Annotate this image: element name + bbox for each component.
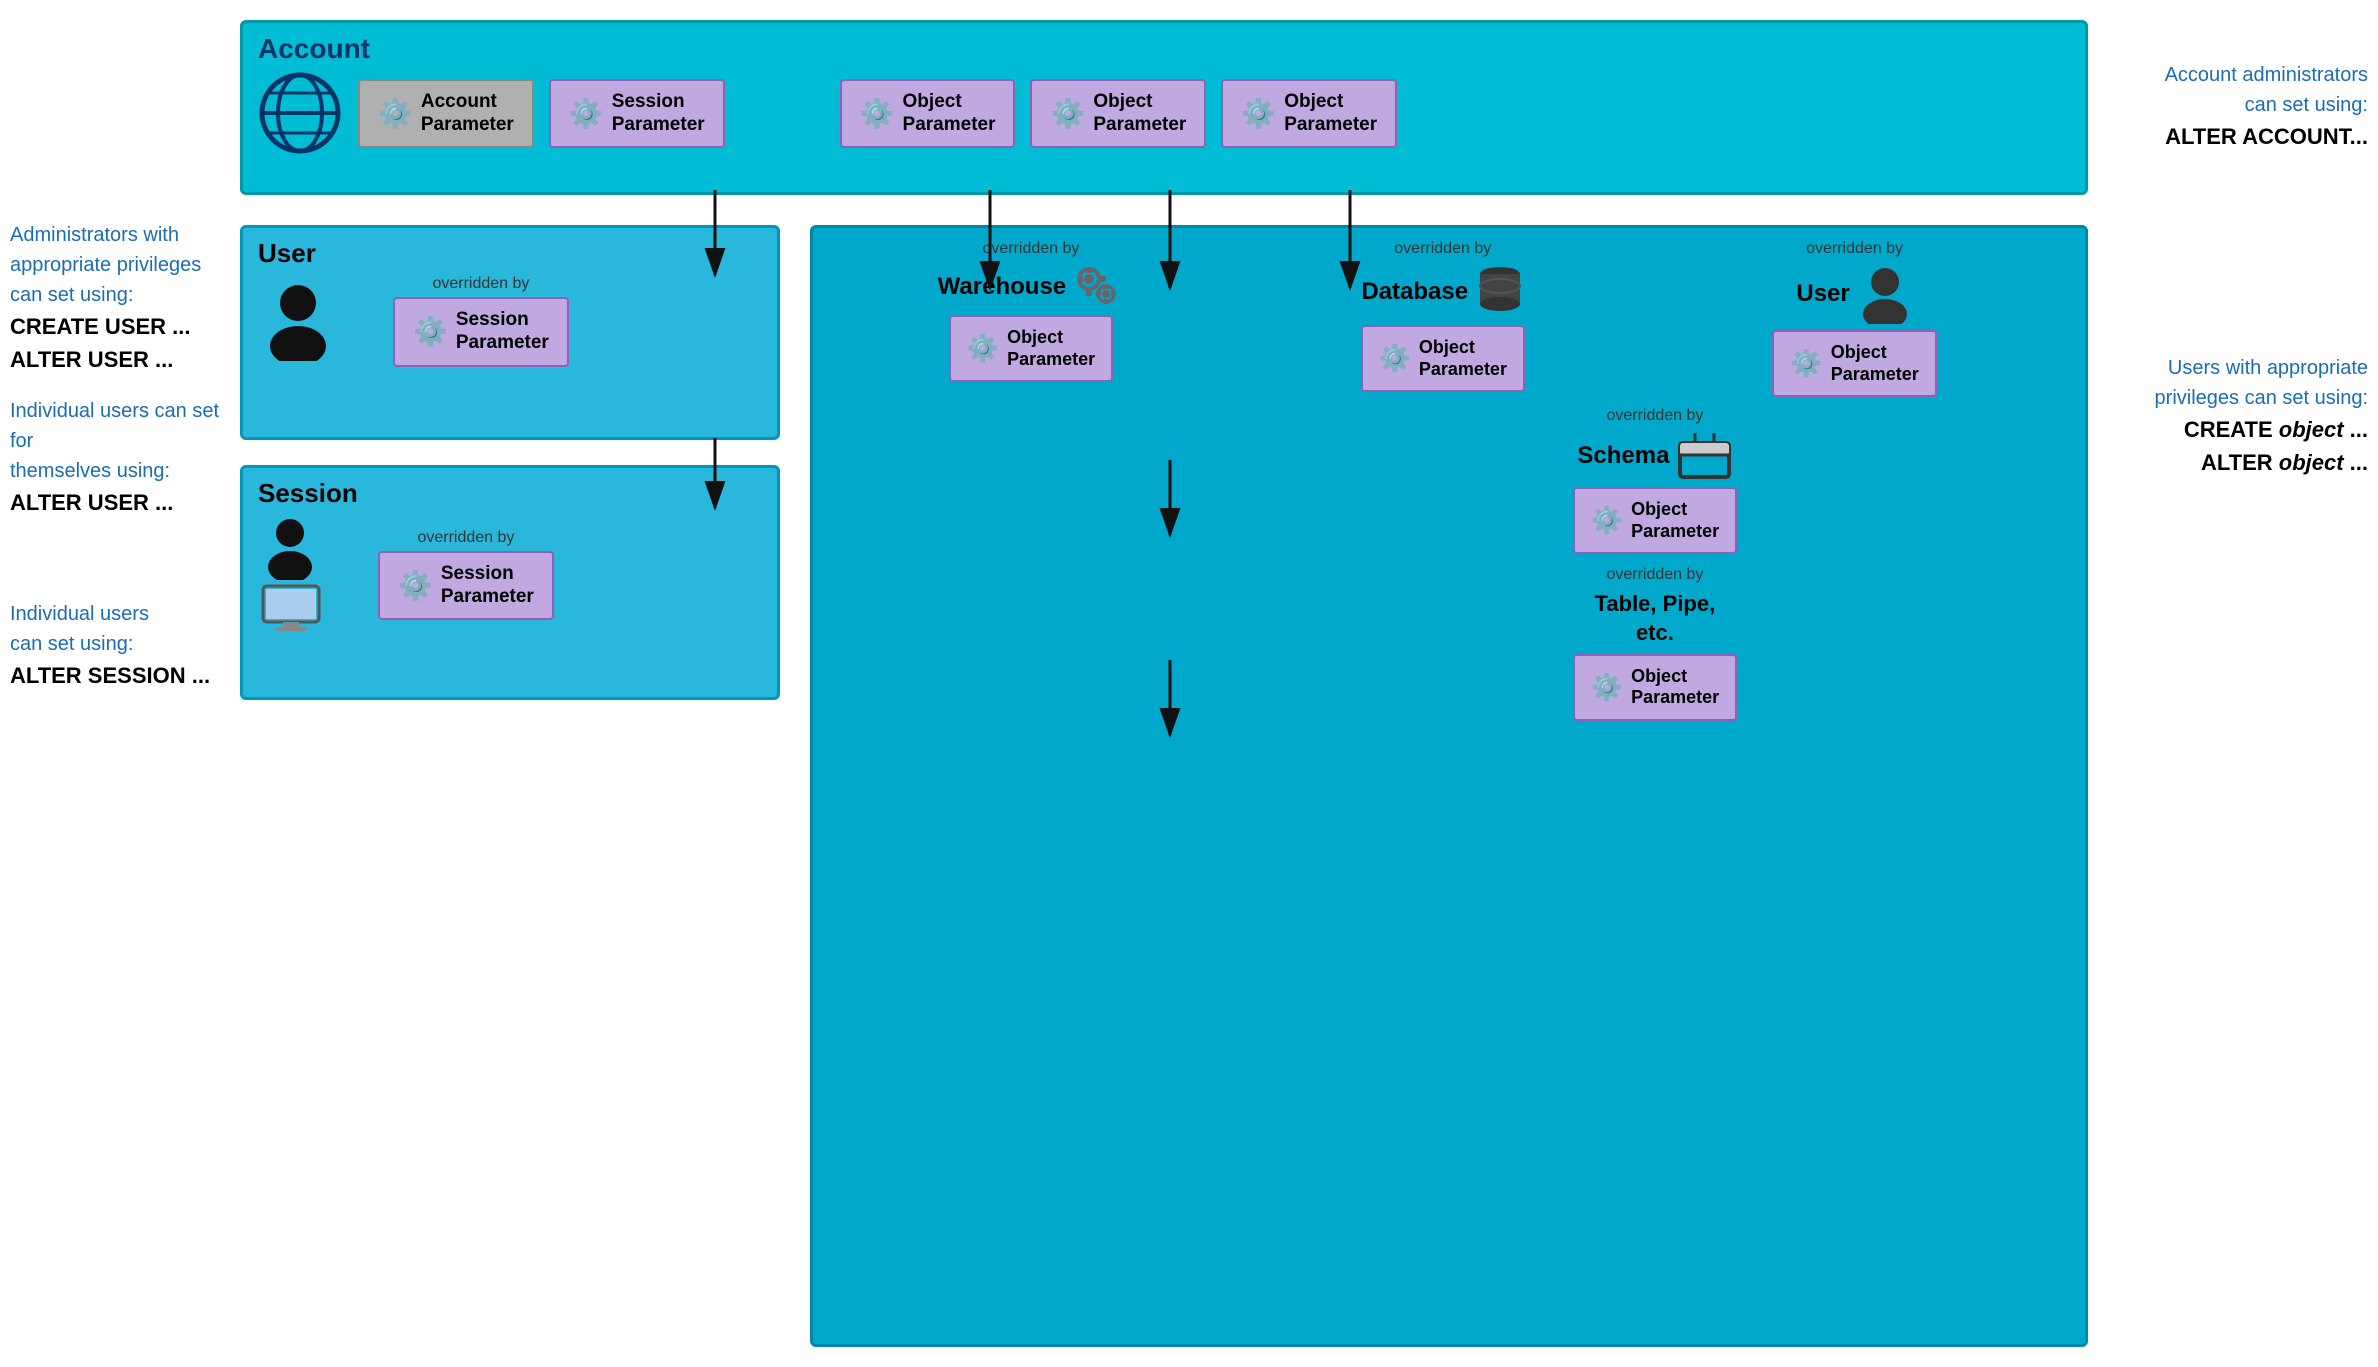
user-person-icon: [258, 281, 338, 361]
right-panel: Account administrators can set using: AL…: [2098, 60, 2368, 479]
right-section-2: Users with appropriate privileges can se…: [2098, 353, 2368, 479]
gear-icon: ⚙️: [1050, 97, 1085, 130]
user-objects-column: overridden by User ⚙️ ObjectParameter: [1649, 240, 2061, 397]
account-parameter-box: ⚙️ AccountParameter: [358, 79, 534, 149]
user-overridden-by-text: overridden by: [432, 275, 529, 293]
warehouse-icon: [1074, 264, 1124, 309]
warehouse-object-param: ⚙️ ObjectParameter: [949, 315, 1113, 382]
database-label: Database: [1361, 278, 1468, 306]
left-section-1: Administrators with appropriate privileg…: [10, 220, 230, 376]
right-section-1: Account administrators can set using: AL…: [2098, 60, 2368, 153]
database-column: overridden by Database ⚙️ Object: [1237, 240, 1649, 397]
user-objects-overridden-by: overridden by: [1806, 240, 1903, 258]
gear-icon: ⚙️: [1591, 505, 1623, 536]
account-object-param-2: ⚙️ ObjectParameter: [1030, 79, 1206, 149]
gear-icon: ⚙️: [967, 333, 999, 364]
globe-icon: [258, 71, 343, 156]
table-object-param: ⚙️ ObjectParameter: [1573, 654, 1737, 721]
account-session-parameter-box: ⚙️ SessionParameter: [549, 79, 725, 149]
session-person-icon: [258, 515, 323, 580]
database-object-param: ⚙️ ObjectParameter: [1361, 325, 1525, 392]
user-objects-icon: [1858, 264, 1913, 324]
objects-box: overridden by Warehouse: [810, 225, 2088, 1347]
account-object-param-1: ⚙️ ObjectParameter: [840, 79, 1016, 149]
table-overridden-by: overridden by: [1606, 566, 1703, 584]
left-panel: Administrators with appropriate privileg…: [10, 220, 230, 692]
account-box: Account ⚙️ AccountParameter ⚙️: [240, 20, 2088, 195]
gear-icon: ⚙️: [378, 97, 413, 130]
monitor-icon: [261, 584, 321, 634]
gear-icon: ⚙️: [398, 569, 433, 602]
left-section-2: Individual users can set for themselves …: [10, 396, 230, 519]
session-session-parameter-box: ⚙️ SessionParameter: [378, 551, 554, 621]
session-label: Session: [258, 478, 762, 509]
schema-icon: [1677, 431, 1732, 481]
user-box: User overridden by ⚙️ SessionParameter: [240, 225, 780, 440]
gear-icon: ⚙️: [413, 315, 448, 348]
user-objects-label: User: [1796, 280, 1849, 308]
session-box: Session: [240, 465, 780, 700]
database-icon: [1476, 264, 1524, 319]
gear-icon: ⚙️: [1379, 343, 1411, 374]
schema-overridden-by: overridden by: [1606, 407, 1703, 425]
gear-icon: ⚙️: [1790, 348, 1822, 379]
gear-icon: ⚙️: [860, 97, 895, 130]
schema-label: Schema: [1577, 442, 1669, 470]
gear-icon: ⚙️: [569, 97, 604, 130]
database-overridden-by: overridden by: [1394, 240, 1491, 258]
user-objects-object-param: ⚙️ ObjectParameter: [1772, 330, 1936, 397]
schema-object-param: ⚙️ ObjectParameter: [1573, 487, 1737, 554]
account-label: Account: [258, 33, 2070, 65]
warehouse-column: overridden by Warehouse: [825, 240, 1237, 397]
user-session-parameter-box: ⚙️ SessionParameter: [393, 297, 569, 367]
table-pipe-label: Table, Pipe,etc.: [1595, 590, 1716, 647]
warehouse-label: Warehouse: [938, 273, 1066, 301]
account-object-param-3: ⚙️ ObjectParameter: [1221, 79, 1397, 149]
warehouse-overridden-by: overridden by: [982, 240, 1079, 258]
gear-icon: ⚙️: [1591, 672, 1623, 703]
diagram-area: Account ⚙️ AccountParameter ⚙️: [240, 20, 2088, 1347]
user-label: User: [258, 238, 762, 269]
left-section-3: Individual users can set using: ALTER SE…: [10, 599, 230, 692]
gear-icon: ⚙️: [1241, 97, 1276, 130]
session-overridden-by-text: overridden by: [417, 529, 514, 547]
